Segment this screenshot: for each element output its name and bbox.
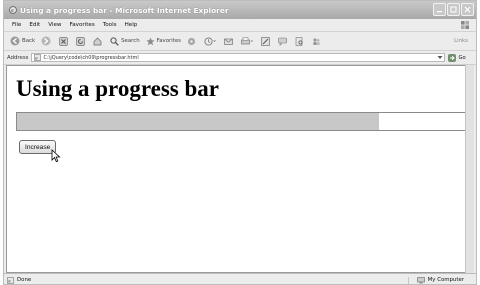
edit-button[interactable] [261, 36, 272, 46]
windows-logo-icon [461, 21, 469, 29]
forward-arrow-icon [41, 36, 51, 46]
print-icon [241, 37, 253, 44]
page-heading: Using a progress bar [16, 76, 219, 101]
maximize-button[interactable] [447, 3, 460, 16]
messenger-icon [313, 37, 320, 45]
go-label: Go [458, 54, 466, 61]
media-button[interactable] [187, 37, 198, 46]
mouse-pointer-icon [51, 149, 61, 163]
minimize-icon [437, 11, 442, 13]
mail-button[interactable] [224, 37, 235, 46]
page-content: Using a progress bar Increase [6, 65, 471, 273]
status-left: e Done [7, 276, 32, 284]
messenger-button[interactable] [312, 37, 323, 46]
vertical-scrollbar[interactable] [465, 65, 474, 273]
internet-explorer-icon: e [9, 6, 17, 14]
browser-window: e Using a progress bar - Microsoft Inter… [3, 0, 477, 285]
mail-icon [224, 38, 233, 45]
address-input[interactable]: e C:\jQuery\code\ch09\progressbar.html [31, 53, 446, 62]
menu-bar: File Edit View Favorites Tools Help [4, 19, 476, 32]
standard-toolbar: Back Search Favorites Links [4, 32, 476, 51]
chevron-down-icon[interactable] [437, 55, 443, 60]
research-icon [295, 36, 303, 46]
zone-indicator: My Computer [407, 276, 464, 284]
discuss-button[interactable] [278, 37, 289, 46]
back-button[interactable]: Back [10, 36, 35, 46]
address-label: Address [7, 54, 29, 61]
refresh-icon [76, 36, 85, 46]
zone-text: My Computer [427, 277, 464, 283]
title-bar[interactable]: e Using a progress bar - Microsoft Inter… [4, 1, 476, 19]
my-computer-icon [416, 276, 425, 283]
go-arrow-icon [448, 53, 457, 62]
menu-edit[interactable]: Edit [29, 22, 40, 28]
search-button[interactable]: Search [110, 36, 140, 46]
progress-bar-fill [17, 113, 380, 130]
status-text: Done [17, 277, 32, 283]
go-button[interactable]: Go [448, 53, 466, 62]
menu-favorites[interactable]: Favorites [70, 22, 95, 28]
address-url: C:\jQuery\code\ch09\progressbar.html [43, 54, 139, 61]
media-icon [187, 37, 196, 45]
research-button[interactable] [295, 36, 306, 46]
favorites-label: Favorites [156, 38, 181, 44]
links-label[interactable]: Links [454, 38, 468, 44]
refresh-button[interactable] [76, 36, 87, 46]
print-button[interactable] [241, 37, 255, 46]
progress-bar [16, 112, 471, 131]
page-icon: e [34, 54, 42, 61]
history-icon [204, 36, 216, 46]
menu-help[interactable]: Help [125, 22, 138, 28]
page-done-icon: e [7, 276, 14, 284]
menu-file[interactable]: File [12, 22, 21, 28]
home-icon [93, 37, 102, 45]
status-bar: e Done My Computer [4, 273, 476, 284]
menu-view[interactable]: View [48, 22, 61, 28]
maximize-icon [450, 6, 457, 13]
window-title: Using a progress bar - Microsoft Interne… [20, 5, 229, 15]
address-bar: Address e C:\jQuery\code\ch09\progressba… [4, 51, 476, 65]
svg-text:e: e [11, 8, 14, 14]
search-label: Search [121, 38, 140, 44]
stop-icon [59, 36, 68, 46]
close-icon [464, 6, 471, 13]
stop-button[interactable] [59, 36, 70, 46]
history-button[interactable] [204, 36, 218, 46]
close-button[interactable] [461, 3, 474, 16]
home-button[interactable] [93, 37, 104, 46]
favorites-button[interactable]: Favorites [146, 37, 181, 46]
forward-button[interactable] [41, 36, 53, 46]
back-arrow-icon [10, 36, 20, 46]
search-icon [110, 36, 119, 46]
back-label: Back [22, 38, 36, 44]
star-icon [146, 37, 155, 45]
menu-tools[interactable]: Tools [103, 22, 117, 28]
minimize-button[interactable] [433, 3, 446, 16]
edit-icon [261, 36, 270, 46]
discuss-icon [278, 37, 287, 46]
window-controls [433, 3, 474, 16]
